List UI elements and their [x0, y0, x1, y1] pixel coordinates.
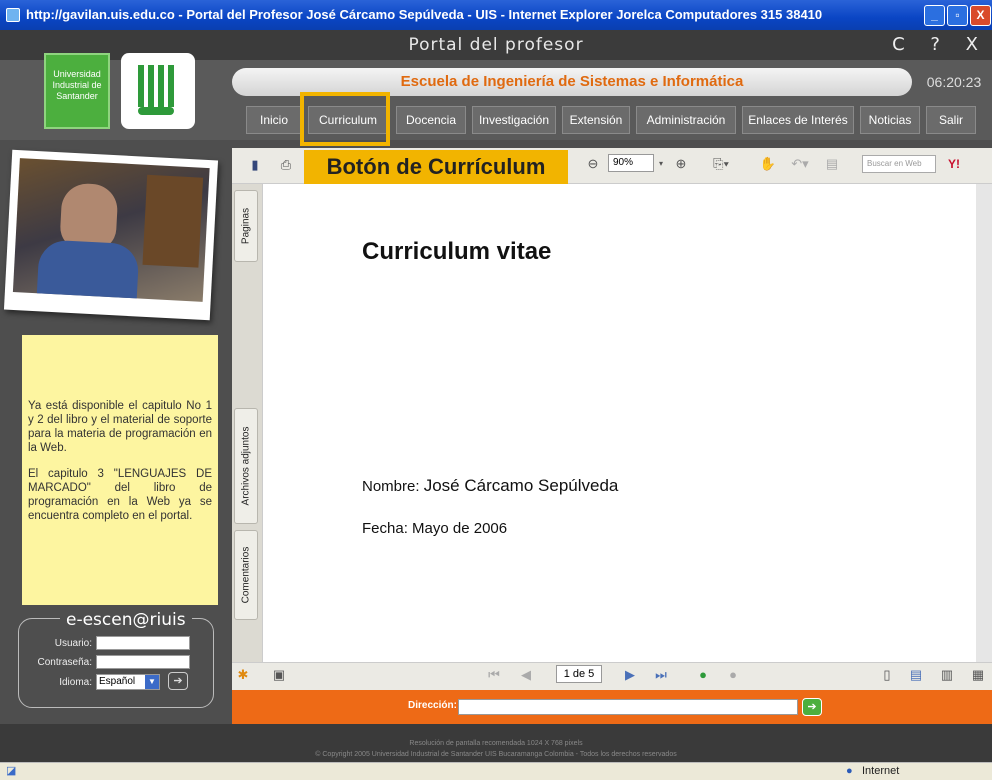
hand-tool-icon[interactable]: ✋ [758, 155, 778, 173]
globe-icon: ● [846, 765, 853, 777]
tab-comentarios[interactable]: Comentarios [234, 530, 258, 620]
language-value: Español [99, 676, 136, 687]
nav-extension[interactable]: Extensión [562, 106, 630, 134]
notice-paragraph-1: Ya está disponible el capitulo No 1 y 2 … [28, 400, 212, 454]
address-label: Dirección: [408, 700, 457, 711]
login-title: e-escen@riuis [60, 610, 192, 630]
continuous-page-icon[interactable]: ▤ [906, 666, 926, 684]
address-go-button[interactable]: ➔ [802, 698, 822, 716]
nav-docencia[interactable]: Docencia [396, 106, 466, 134]
window-title: http://gavilan.uis.edu.co - Portal del P… [26, 7, 823, 22]
single-page-icon[interactable]: ▯ [878, 666, 896, 684]
password-input[interactable] [96, 655, 190, 669]
nav-noticias[interactable]: Noticias [860, 106, 920, 134]
footer-resolution: Resolución de pantalla recomendada 1024 … [409, 740, 583, 747]
settings-icon[interactable]: ✱ [234, 666, 252, 684]
clock: 06:20:23 [926, 74, 982, 90]
professor-photo [3, 149, 219, 321]
portal-controls[interactable]: C ? X [892, 30, 988, 60]
nav-investigacion[interactable]: Investigación [472, 106, 556, 134]
forward-view-icon[interactable]: ● [724, 666, 742, 684]
continuous-facing-icon[interactable]: ▦ [966, 666, 990, 684]
document-name: Nombre: José Cárcamo Sepúlveda [362, 476, 618, 496]
zone-label: Internet [862, 765, 900, 777]
name-label: Nombre: [362, 478, 420, 495]
name-value: José Cárcamo Sepúlveda [423, 476, 619, 495]
password-label: Contraseña: [37, 657, 92, 668]
status-bar: ◪ ● Internet [0, 762, 992, 780]
close-button[interactable]: X [970, 5, 991, 26]
zoom-out-icon[interactable]: ⊖ [584, 155, 602, 173]
vertical-scrollbar[interactable] [976, 184, 992, 662]
footer: Resolución de pantalla recomendada 1024 … [0, 724, 992, 762]
document-title: Curriculum vitae [362, 238, 552, 265]
tab-comentarios-label: Comentarios [240, 546, 252, 604]
next-page-icon[interactable]: ▶ [622, 666, 638, 684]
zoom-in-icon[interactable]: ⊕ [672, 155, 690, 173]
shirt-shape [36, 239, 140, 302]
login-go-button[interactable]: ➔ [168, 672, 188, 690]
minimize-button[interactable]: _ [924, 5, 945, 26]
university-logo[interactable]: Universidad Industrial de Santander [44, 53, 110, 129]
facing-pages-icon[interactable]: ▥ [938, 666, 956, 684]
back-view-icon[interactable]: ● [694, 666, 712, 684]
curriculum-highlight [300, 92, 390, 146]
prev-page-icon[interactable]: ◀ [518, 666, 534, 684]
chevron-down-icon: ▼ [145, 675, 159, 689]
address-input[interactable] [458, 699, 798, 715]
first-page-icon[interactable]: ⏮ [486, 666, 502, 684]
save-icon[interactable]: ▮ [246, 156, 264, 174]
nav-salir[interactable]: Salir [926, 106, 976, 134]
tab-archivos-label: Archivos adjuntos [240, 426, 252, 506]
page-layout-icon[interactable]: ⎘▾ [708, 155, 734, 173]
nav-inicio[interactable]: Inicio [246, 106, 302, 134]
undo-icon[interactable]: ↶▾ [786, 155, 814, 173]
yahoo-icon[interactable]: Y! [942, 155, 966, 173]
nav-enlaces[interactable]: Enlaces de Interés [742, 106, 854, 134]
notice-paragraph-2: El capitulo 3 "LENGUAJES DE MARCADO" del… [28, 468, 212, 522]
nav-administracion[interactable]: Administración [636, 106, 736, 134]
tab-paginas[interactable]: Paginas [234, 190, 258, 262]
language-select[interactable]: Español ▼ [96, 674, 160, 690]
uis-logo[interactable] [121, 53, 195, 129]
web-search-input[interactable]: Buscar en Web [862, 155, 936, 173]
document-date: Fecha: Mayo de 2006 [362, 520, 508, 537]
window-title-bar: http://gavilan.uis.edu.co - Portal del P… [0, 0, 992, 30]
ie-icon [6, 8, 20, 22]
print-icon[interactable]: ⎙ [276, 156, 296, 174]
curriculum-callout: Botón de Currículum [304, 150, 568, 184]
panel-icon[interactable]: ▣ [270, 666, 288, 684]
page-indicator[interactable]: 1 de 5 [556, 665, 602, 683]
uis-emblem-icon [138, 65, 174, 115]
user-input[interactable] [96, 636, 190, 650]
zoom-dropdown-icon[interactable]: ▾ [656, 155, 666, 173]
maximize-button[interactable]: ▫ [947, 5, 968, 26]
footer-copyright: © Copyright 2005 Universidad Industrial … [315, 751, 677, 758]
tab-paginas-label: Paginas [240, 207, 252, 245]
news-notice: Ya está disponible el capitulo No 1 y 2 … [22, 335, 218, 605]
page-icon: ◪ [6, 765, 17, 777]
tab-archivos-adjuntos[interactable]: Archivos adjuntos [234, 408, 258, 524]
zoom-input[interactable]: 90% [608, 154, 654, 172]
copy-icon[interactable]: ▤ [822, 155, 842, 173]
user-label: Usuario: [54, 638, 92, 649]
bookshelf-shape [142, 174, 204, 268]
language-label: Idioma: [59, 677, 92, 688]
last-page-icon[interactable]: ⏭ [652, 666, 670, 684]
